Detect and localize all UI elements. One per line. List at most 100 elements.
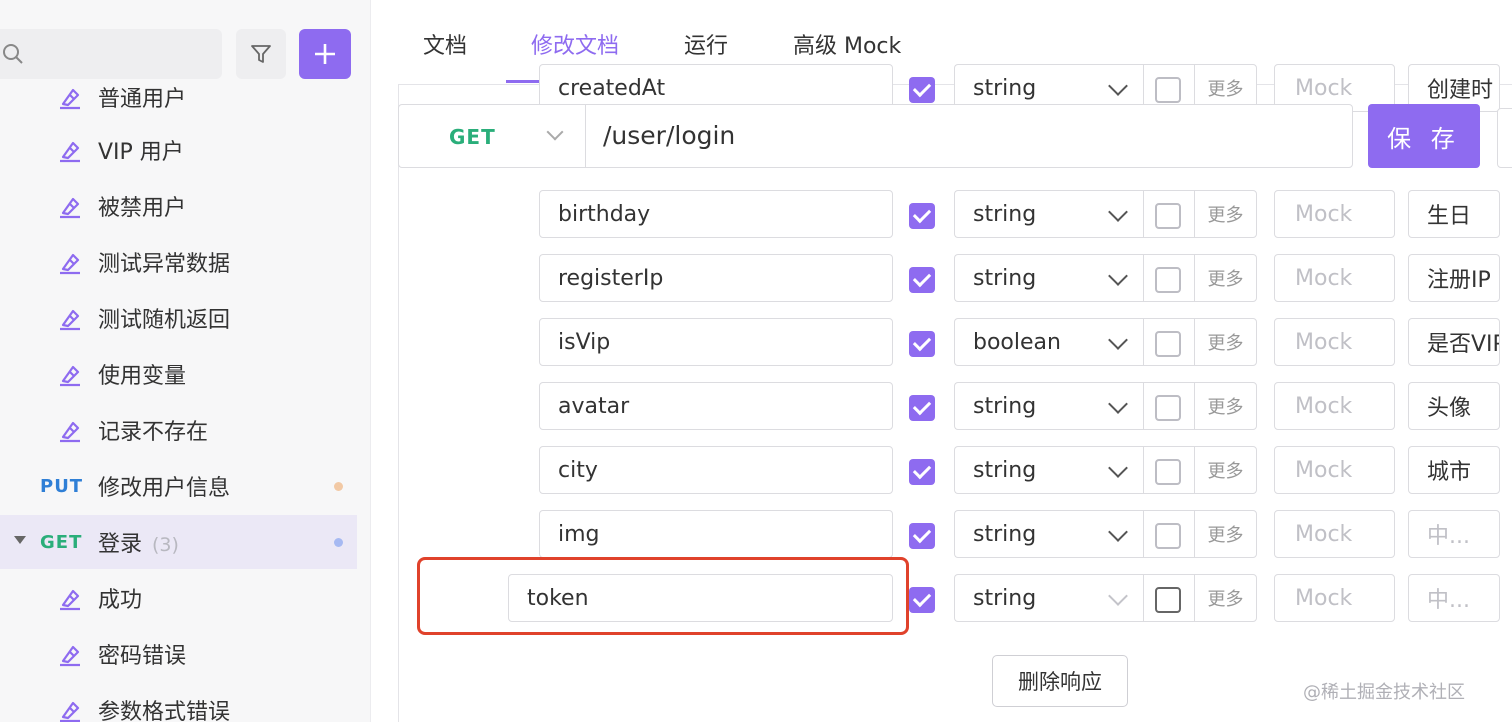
- case-icon: [60, 253, 80, 275]
- description-input[interactable]: 中...: [1408, 574, 1500, 622]
- sidebar-item-label: 普通用户: [98, 87, 187, 112]
- option-checkbox[interactable]: [1155, 77, 1181, 103]
- main-panel: 文档 修改文档 运行 高级 Mock createdAt string 更多 M…: [371, 0, 1512, 722]
- sidebar-item-label: VIP 用户: [98, 140, 184, 165]
- sidebar-item-label: 成功: [98, 588, 143, 613]
- more-button[interactable]: 更多: [1194, 190, 1257, 238]
- description-input[interactable]: 生日: [1408, 190, 1500, 238]
- sidebar-case-item[interactable]: 使用变量: [0, 347, 357, 401]
- more-button[interactable]: 更多: [1194, 510, 1257, 558]
- save-button[interactable]: 保 存: [1368, 104, 1480, 168]
- mock-input[interactable]: Mock: [1274, 382, 1395, 430]
- more-button[interactable]: 更多: [1194, 318, 1257, 366]
- option-checkbox[interactable]: [1155, 459, 1181, 485]
- description-input[interactable]: 是否VIP: [1408, 318, 1500, 366]
- field-row: avatar string 更多 Mock 头像: [371, 378, 1512, 434]
- case-icon: [60, 701, 80, 722]
- chevron-down-icon[interactable]: [546, 123, 564, 141]
- method-select[interactable]: GET: [449, 125, 496, 149]
- description-input[interactable]: 中...: [1408, 510, 1500, 558]
- filter-icon: [251, 45, 271, 63]
- more-actions-button[interactable]: [1497, 108, 1512, 168]
- sidebar-api-item-active[interactable]: GET 登录 (3): [0, 515, 357, 569]
- status-dot: [334, 538, 343, 547]
- mock-input[interactable]: Mock: [1274, 574, 1395, 622]
- description-input[interactable]: 注册IP: [1408, 254, 1500, 302]
- description-input[interactable]: 头像: [1408, 382, 1500, 430]
- sidebar-item-label: 测试异常数据: [98, 252, 231, 277]
- plus-icon: [315, 44, 335, 64]
- required-checkbox[interactable]: [909, 77, 935, 103]
- field-row: city string 更多 Mock 城市: [371, 442, 1512, 498]
- option-checkbox[interactable]: [1155, 267, 1181, 293]
- divider: [585, 105, 586, 167]
- field-name-input[interactable]: birthday: [539, 190, 893, 238]
- sidebar-case-item[interactable]: 参数格式错误: [0, 683, 357, 722]
- sidebar-api-item[interactable]: PUT 修改用户信息: [0, 459, 357, 513]
- sidebar-case-item[interactable]: 密码错误: [0, 627, 357, 681]
- path-input[interactable]: /user/login: [603, 121, 735, 150]
- sidebar-item-label: 密码错误: [98, 644, 187, 669]
- required-checkbox[interactable]: [909, 267, 935, 293]
- field-row: registerIp string 更多 Mock 注册IP: [371, 250, 1512, 306]
- more-button[interactable]: 更多: [1194, 446, 1257, 494]
- delete-response-button[interactable]: 删除响应: [992, 655, 1128, 707]
- watermark: @稀土掘金技术社区: [1303, 682, 1465, 703]
- api-name: 登录: [98, 532, 143, 557]
- mock-input[interactable]: Mock: [1274, 190, 1395, 238]
- sidebar-case-item[interactable]: 成功: [0, 571, 357, 625]
- mock-input[interactable]: Mock: [1274, 254, 1395, 302]
- required-checkbox[interactable]: [909, 395, 935, 421]
- mock-input[interactable]: Mock: [1274, 446, 1395, 494]
- case-icon: [60, 365, 80, 387]
- sidebar-item-label: 参数格式错误: [98, 700, 231, 722]
- field-name-input[interactable]: city: [539, 446, 893, 494]
- highlight-annotation: [417, 557, 909, 635]
- search-icon: [3, 44, 23, 64]
- field-name-input[interactable]: isVip: [539, 318, 893, 366]
- sidebar-case-item[interactable]: 普通用户: [0, 70, 357, 124]
- field-name-input[interactable]: img: [539, 510, 893, 558]
- sidebar-item-label: 记录不存在: [98, 420, 209, 445]
- sidebar-case-item[interactable]: 测试随机返回: [0, 291, 357, 345]
- sidebar-case-item[interactable]: 测试异常数据: [0, 235, 357, 289]
- option-checkbox[interactable]: [1155, 523, 1181, 549]
- sidebar-item-label: 登录 (3): [98, 526, 179, 558]
- more-button[interactable]: 更多: [1194, 574, 1257, 622]
- sidebar-case-item[interactable]: 记录不存在: [0, 403, 357, 457]
- case-icon: [60, 141, 80, 163]
- case-count: (3): [152, 534, 179, 556]
- option-checkbox[interactable]: [1155, 331, 1181, 357]
- case-icon: [60, 421, 80, 443]
- caret-down-icon[interactable]: [14, 536, 26, 544]
- more-button[interactable]: 更多: [1194, 382, 1257, 430]
- case-icon: [60, 309, 80, 331]
- sidebar-item-label: 测试随机返回: [98, 308, 231, 333]
- mock-input[interactable]: Mock: [1274, 510, 1395, 558]
- sidebar-case-item[interactable]: VIP 用户: [0, 123, 357, 177]
- more-button[interactable]: 更多: [1194, 254, 1257, 302]
- case-icon: [60, 645, 80, 667]
- required-checkbox[interactable]: [909, 523, 935, 549]
- option-checkbox[interactable]: [1155, 203, 1181, 229]
- required-checkbox[interactable]: [909, 587, 935, 613]
- option-checkbox[interactable]: [1155, 395, 1181, 421]
- description-input[interactable]: 城市: [1408, 446, 1500, 494]
- method-badge: GET: [40, 531, 83, 553]
- option-checkbox[interactable]: [1155, 587, 1181, 613]
- case-icon: [60, 88, 80, 110]
- required-checkbox[interactable]: [909, 459, 935, 485]
- sidebar: 普通用户 VIP 用户 被禁用户 测试异常数据 测试随机返回 使用变量 记录不存…: [0, 0, 371, 722]
- sidebar-item-label: 被禁用户: [98, 196, 187, 221]
- field-name-input[interactable]: avatar: [539, 382, 893, 430]
- required-checkbox[interactable]: [909, 203, 935, 229]
- field-row: img string 更多 Mock 中...: [371, 506, 1512, 562]
- mock-input[interactable]: Mock: [1274, 318, 1395, 366]
- field-name-input[interactable]: registerIp: [539, 254, 893, 302]
- method-badge: PUT: [40, 475, 84, 497]
- sidebar-case-item[interactable]: 被禁用户: [0, 179, 357, 233]
- field-row: isVip boolean 更多 Mock 是否VIP: [371, 314, 1512, 370]
- case-icon: [60, 589, 80, 611]
- required-checkbox[interactable]: [909, 331, 935, 357]
- status-dot: [334, 482, 343, 491]
